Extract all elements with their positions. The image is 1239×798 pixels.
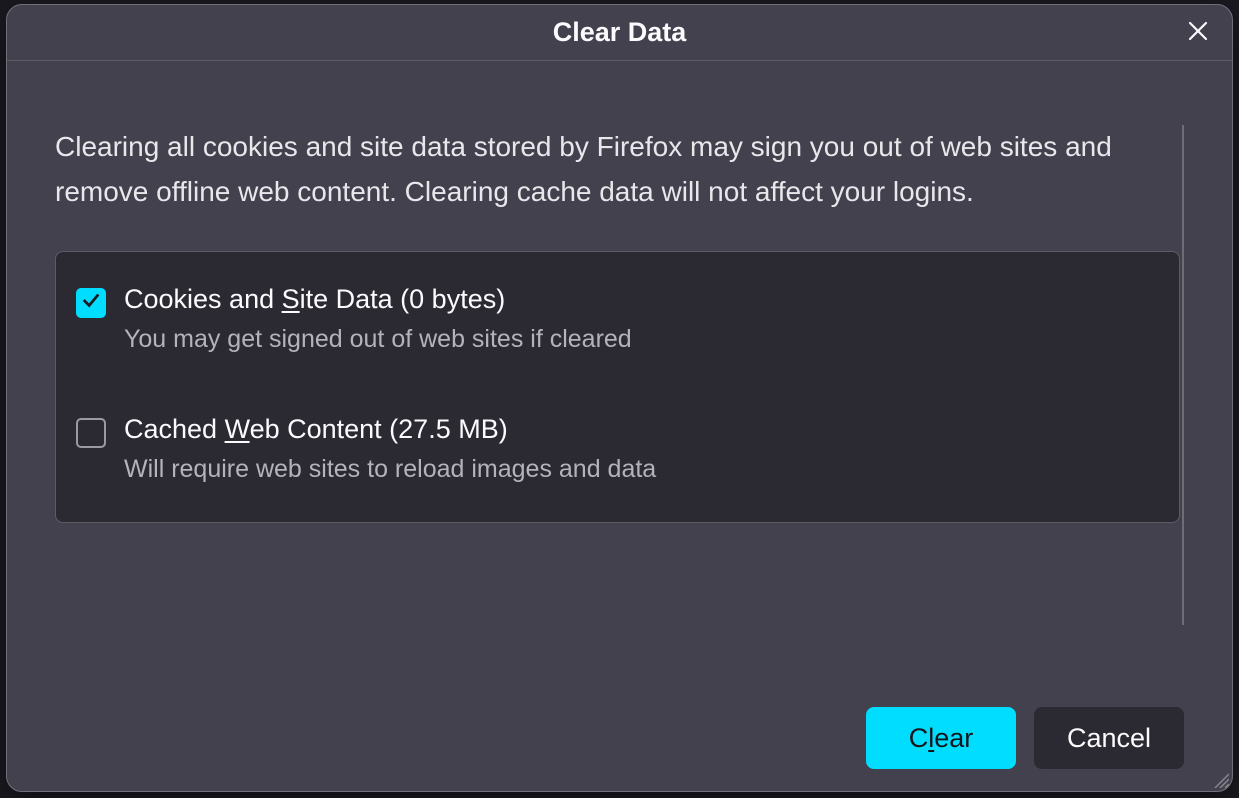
close-icon	[1186, 19, 1210, 46]
cache-checkbox[interactable]	[76, 418, 106, 448]
clear-data-dialog: Clear Data Clearing all cookies and site…	[6, 4, 1233, 792]
option-cookies-text: Cookies and Site Data (0 bytes) You may …	[124, 284, 632, 354]
dialog-body: Clearing all cookies and site data store…	[7, 61, 1232, 791]
cookies-label[interactable]: Cookies and Site Data (0 bytes)	[124, 284, 632, 315]
cookies-checkbox[interactable]	[76, 288, 106, 318]
option-cookies: Cookies and Site Data (0 bytes) You may …	[76, 276, 1159, 362]
options-panel: Cookies and Site Data (0 bytes) You may …	[55, 251, 1180, 523]
intro-text: Clearing all cookies and site data store…	[55, 125, 1155, 215]
dialog-title: Clear Data	[553, 17, 687, 48]
dialog-footer: Clear Cancel	[866, 707, 1184, 769]
dialog-titlebar: Clear Data	[7, 5, 1232, 61]
scrollbar[interactable]	[1182, 125, 1184, 625]
cancel-button[interactable]: Cancel	[1034, 707, 1184, 769]
cookies-description: You may get signed out of web sites if c…	[124, 325, 632, 354]
resize-grip[interactable]	[1211, 770, 1229, 788]
check-icon	[80, 289, 102, 316]
cache-description: Will require web sites to reload images …	[124, 455, 656, 484]
option-cache-text: Cached Web Content (27.5 MB) Will requir…	[124, 414, 656, 484]
cache-label[interactable]: Cached Web Content (27.5 MB)	[124, 414, 656, 445]
close-button[interactable]	[1182, 17, 1214, 49]
clear-button[interactable]: Clear	[866, 707, 1016, 769]
option-cache: Cached Web Content (27.5 MB) Will requir…	[76, 406, 1159, 492]
